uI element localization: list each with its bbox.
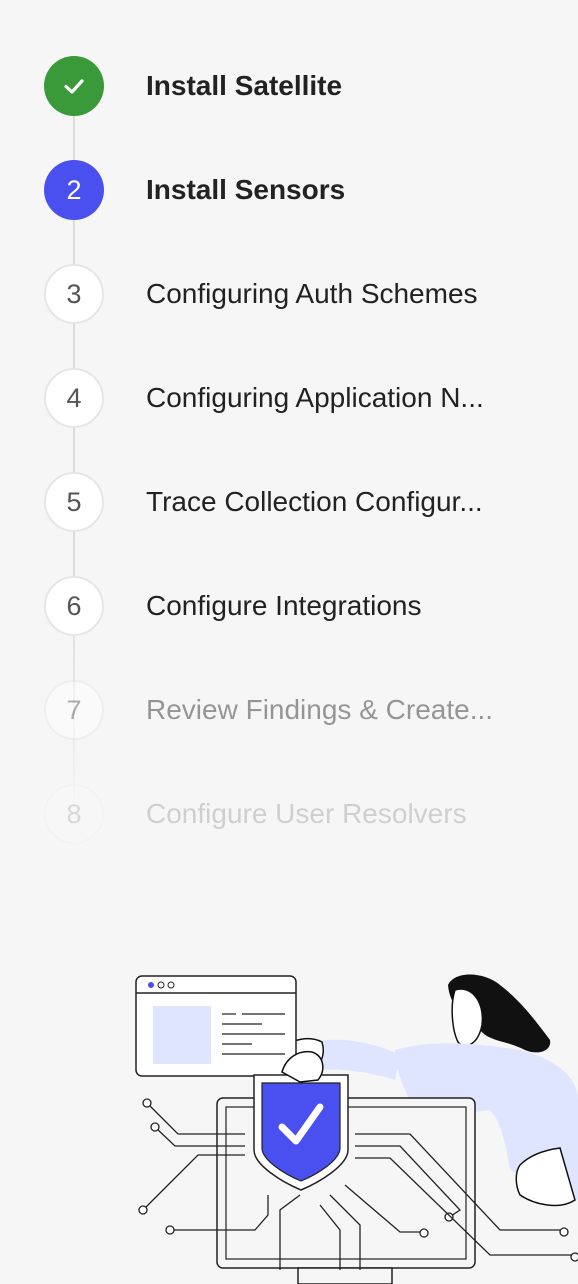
step-number-badge: 2 — [44, 160, 104, 220]
security-illustration — [135, 974, 578, 1284]
step-configure-user-resolvers[interactable]: 8 Configure User Resolvers — [0, 774, 578, 854]
step-number-badge: 5 — [44, 472, 104, 532]
step-label: Configuring Application N... — [146, 382, 484, 413]
setup-stepper: Install Satellite 2 Install Sensors 3 Co… — [0, 0, 578, 880]
step-install-sensors[interactable]: 2 Install Sensors — [0, 150, 578, 230]
step-review-findings[interactable]: 7 Review Findings & Create... — [0, 670, 578, 750]
step-configuring-application[interactable]: 4 Configuring Application N... — [0, 358, 578, 438]
step-label: Install Sensors — [146, 174, 346, 205]
step-label: Configuring Auth Schemes — [146, 278, 478, 309]
step-number-badge: 8 — [44, 784, 104, 844]
browser-window-graphic — [135, 975, 297, 1077]
step-configure-integrations[interactable]: 6 Configure Integrations — [0, 566, 578, 646]
step-install-satellite[interactable]: Install Satellite — [0, 46, 578, 126]
step-complete-badge — [44, 56, 104, 116]
step-label: Trace Collection Configur... — [146, 486, 483, 517]
step-configuring-auth-schemes[interactable]: 3 Configuring Auth Schemes — [0, 254, 578, 334]
step-number-badge: 3 — [44, 264, 104, 324]
step-trace-collection[interactable]: 5 Trace Collection Configur... — [0, 462, 578, 542]
step-number-badge: 7 — [44, 680, 104, 740]
step-number-badge: 4 — [44, 368, 104, 428]
step-label: Configure User Resolvers — [146, 798, 467, 829]
step-label: Review Findings & Create... — [146, 694, 494, 725]
step-number-badge: 6 — [44, 576, 104, 636]
step-label: Install Satellite — [146, 70, 343, 101]
checkmark-icon — [64, 79, 84, 94]
step-label: Configure Integrations — [146, 590, 422, 621]
